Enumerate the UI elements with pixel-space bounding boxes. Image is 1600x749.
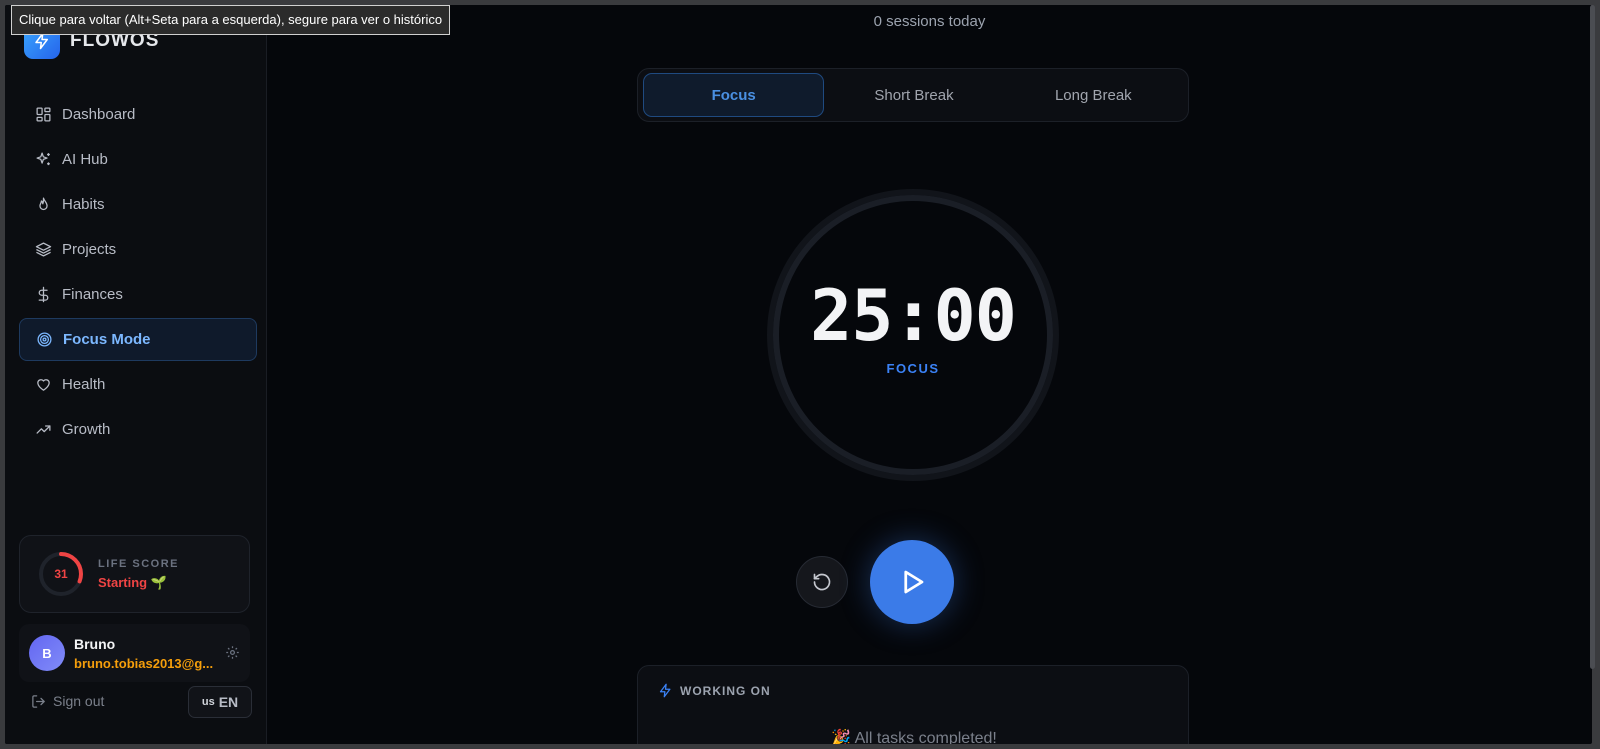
timer-mode-tabs: Focus Short Break Long Break	[637, 68, 1189, 122]
life-score-label: LIFE SCORE	[98, 557, 180, 570]
timer-circle: 25:00 FOCUS	[765, 187, 1061, 483]
back-button-tooltip: Clique para voltar (Alt+Seta para a esqu…	[11, 5, 451, 35]
sidebar-item-projects[interactable]: Projects	[19, 228, 257, 271]
life-score-status: Starting 🌱	[98, 574, 167, 590]
sidebar-item-label: Growth	[62, 421, 111, 438]
sessions-count: 0 sessions today	[873, 13, 986, 30]
sidebar-item-dashboard[interactable]: Dashboard	[19, 93, 257, 136]
timer-display: 25:00	[810, 275, 1017, 357]
grid-icon	[36, 107, 51, 122]
sign-out-label: Sign out	[53, 693, 105, 709]
bolt-icon	[659, 683, 671, 698]
trending-up-icon	[36, 425, 51, 434]
sign-out-button[interactable]: Sign out	[31, 693, 104, 709]
avatar: B	[29, 635, 65, 671]
gear-icon[interactable]	[225, 645, 240, 660]
language-code: EN	[218, 694, 239, 710]
tab-short-break[interactable]: Short Break	[824, 73, 1003, 117]
layers-icon	[35, 242, 52, 257]
window-scrollbar[interactable]	[1590, 5, 1595, 669]
tab-focus[interactable]: Focus	[643, 73, 825, 117]
sidebar: FLOWOS Dashboard AI Hub Habits Projects …	[5, 5, 267, 744]
user-card[interactable]: B Bruno bruno.tobias2013@g...	[19, 624, 250, 682]
user-email: bruno.tobias2013@g...	[74, 655, 214, 671]
sidebar-item-label: Finances	[62, 286, 123, 303]
life-score-card[interactable]: 31 LIFE SCORE Starting 🌱	[19, 535, 250, 613]
target-icon	[37, 332, 52, 347]
flame-icon	[39, 197, 48, 211]
life-score-ring: 31	[38, 551, 84, 597]
timer-mode-label: FOCUS	[886, 361, 940, 376]
sidebar-item-finances[interactable]: Finances	[19, 273, 257, 316]
dollar-icon	[38, 286, 49, 303]
reset-icon	[813, 573, 831, 591]
sidebar-item-label: Focus Mode	[63, 331, 151, 348]
play-icon	[904, 570, 924, 594]
sidebar-item-label: AI Hub	[62, 151, 108, 168]
sidebar-nav: Dashboard AI Hub Habits Projects Finance…	[19, 93, 257, 453]
life-score-value: 31	[54, 567, 68, 581]
sidebar-item-label: Dashboard	[62, 106, 136, 123]
language-button[interactable]: us EN	[188, 686, 252, 718]
sidebar-item-focus-mode[interactable]: Focus Mode	[19, 318, 257, 361]
logout-icon	[32, 694, 45, 708]
sidebar-item-habits[interactable]: Habits	[19, 183, 257, 226]
tasks-empty-message: 🎉 All tasks completed!	[638, 728, 1190, 744]
reset-button[interactable]	[796, 556, 848, 608]
flag-us-icon: us	[201, 696, 215, 708]
tasks-empty-text: All tasks completed!	[854, 730, 997, 744]
working-on-panel: WORKING ON 🎉 All tasks completed!	[637, 665, 1189, 744]
heart-icon	[37, 379, 50, 391]
play-button[interactable]	[870, 540, 954, 624]
tab-long-break[interactable]: Long Break	[1004, 73, 1183, 117]
sidebar-item-ai-hub[interactable]: AI Hub	[19, 138, 257, 181]
user-name: Bruno	[74, 635, 116, 652]
main-content: 0 sessions today Focus Short Break Long …	[267, 5, 1592, 744]
sidebar-item-label: Habits	[62, 196, 105, 213]
app-window: FLOWOS Dashboard AI Hub Habits Projects …	[5, 5, 1592, 744]
working-on-label: WORKING ON	[680, 683, 771, 698]
sidebar-item-health[interactable]: Health	[19, 363, 257, 406]
sidebar-item-label: Projects	[62, 241, 117, 258]
working-on-header: WORKING ON	[658, 683, 771, 698]
sidebar-item-growth[interactable]: Growth	[19, 408, 257, 451]
sidebar-item-label: Health	[62, 376, 106, 393]
party-popper-icon: 🎉	[831, 730, 852, 744]
sparkles-icon	[36, 152, 50, 166]
